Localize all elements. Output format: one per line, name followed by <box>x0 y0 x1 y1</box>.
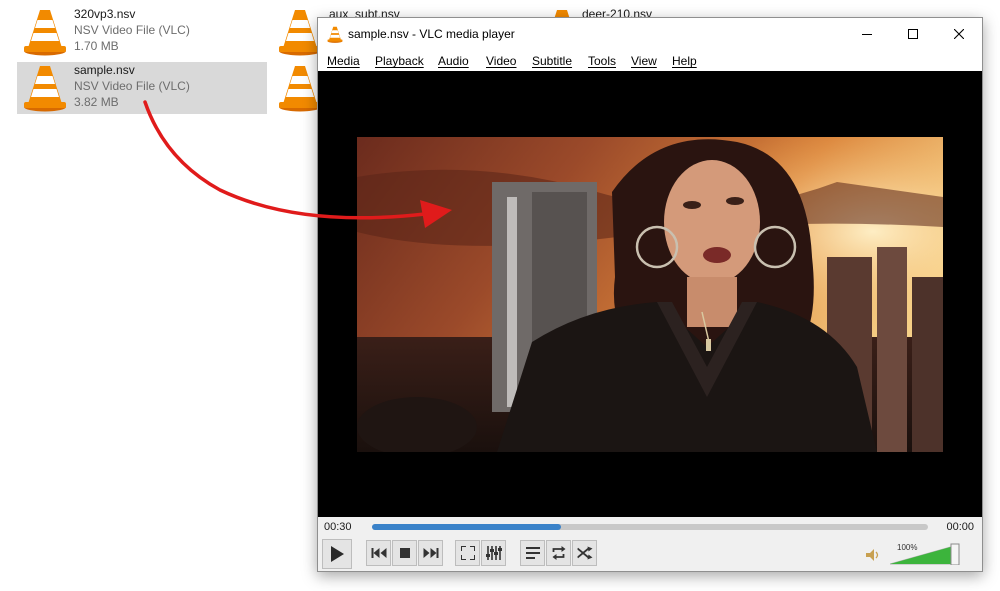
extended-settings-icon <box>485 546 502 560</box>
file-item-aux-subt[interactable]: aux_subt.nsv <box>272 6 400 58</box>
vlc-cone-icon <box>278 8 322 56</box>
speaker-icon[interactable] <box>866 549 880 561</box>
minimize-button[interactable] <box>844 18 890 51</box>
total-time: 00:00 <box>946 521 974 533</box>
file-item-320vp3[interactable]: 320vp3.nsv NSV Video File (VLC) 1.70 MB <box>17 6 267 58</box>
maximize-button[interactable] <box>890 18 936 51</box>
menu-tools[interactable]: Tools <box>588 54 616 68</box>
file-item-partial[interactable] <box>272 62 317 114</box>
file-name: sample.nsv <box>74 63 135 77</box>
menu-video[interactable]: Video <box>486 54 516 68</box>
controls-bar: 100% <box>318 537 982 571</box>
vlc-window: sample.nsv - VLC media player Media Play… <box>317 17 983 572</box>
previous-icon <box>371 548 386 558</box>
loop-button[interactable] <box>546 540 571 566</box>
menu-media[interactable]: Media <box>327 54 360 68</box>
vlc-cone-icon <box>23 8 67 56</box>
playlist-button[interactable] <box>520 540 545 566</box>
file-size: 3.82 MB <box>74 95 119 109</box>
video-area[interactable] <box>318 71 982 517</box>
close-button[interactable] <box>936 18 982 51</box>
vlc-cone-icon <box>278 64 322 112</box>
extended-settings-button[interactable] <box>481 540 506 566</box>
play-button[interactable] <box>322 539 352 569</box>
fullscreen-button[interactable] <box>455 540 480 566</box>
window-title: sample.nsv - VLC media player <box>348 27 515 41</box>
menu-view[interactable]: View <box>631 54 657 68</box>
seek-row: 00:30 00:00 <box>318 517 982 537</box>
vlc-cone-icon <box>327 26 343 43</box>
menu-subtitle[interactable]: Subtitle <box>532 54 572 68</box>
menu-bar: Media Playback Audio Video Subtitle Tool… <box>318 51 982 71</box>
file-item-sample[interactable]: sample.nsv NSV Video File (VLC) 3.82 MB <box>17 62 267 114</box>
vlc-cone-icon <box>23 64 67 112</box>
previous-button[interactable] <box>366 540 391 566</box>
shuffle-button[interactable] <box>572 540 597 566</box>
seek-bar[interactable] <box>372 524 928 530</box>
close-icon <box>954 29 964 39</box>
volume-handle[interactable] <box>950 543 960 565</box>
shuffle-icon <box>577 546 592 560</box>
playlist-icon <box>525 547 540 559</box>
elapsed-time: 00:30 <box>324 521 352 533</box>
minimize-icon <box>862 34 872 35</box>
seek-progress <box>372 524 562 530</box>
next-icon <box>423 548 438 558</box>
file-size: 1.70 MB <box>74 39 119 53</box>
menu-playback[interactable]: Playback <box>375 54 424 68</box>
play-icon <box>331 546 344 562</box>
stop-button[interactable] <box>392 540 417 566</box>
stop-icon <box>399 548 410 558</box>
loop-icon <box>552 546 565 560</box>
menu-help[interactable]: Help <box>672 54 697 68</box>
file-type: NSV Video File (VLC) <box>74 23 190 37</box>
maximize-icon <box>908 29 918 39</box>
file-name: 320vp3.nsv <box>74 7 136 21</box>
next-button[interactable] <box>418 540 443 566</box>
video-frame <box>357 137 943 452</box>
file-type: NSV Video File (VLC) <box>74 79 190 93</box>
fullscreen-icon <box>460 546 475 560</box>
title-bar[interactable]: sample.nsv - VLC media player <box>318 18 982 51</box>
volume-slider[interactable] <box>890 542 962 565</box>
menu-audio[interactable]: Audio <box>438 54 469 68</box>
